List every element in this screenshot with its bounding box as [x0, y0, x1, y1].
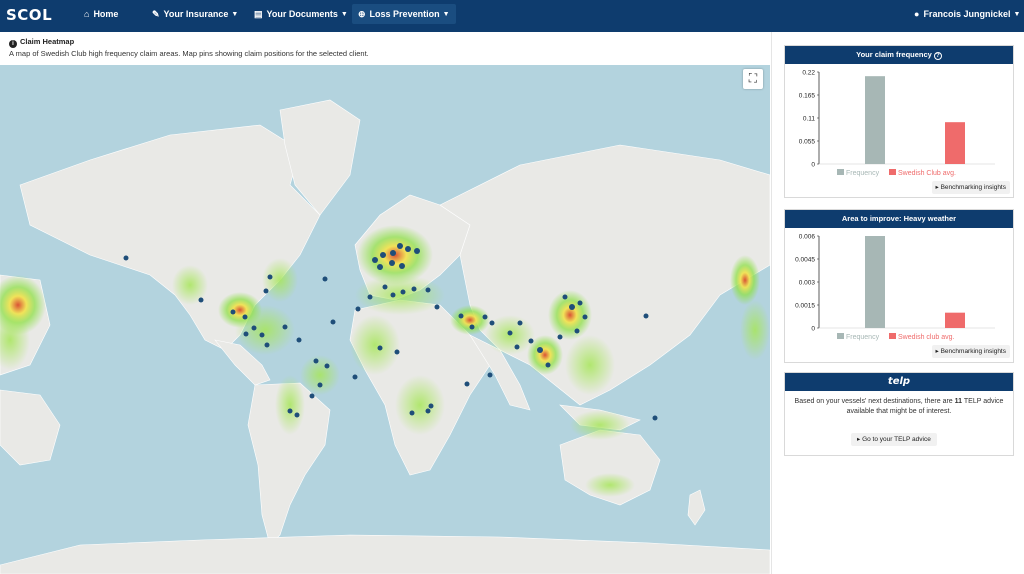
legend-swatch [889, 169, 896, 175]
divider [771, 32, 772, 574]
area-to-improve-panel: Area to improve: Heavy weather 0.006 0.00… [784, 209, 1014, 363]
y-tick-label: 0.003 [799, 280, 816, 287]
y-tick-label: 0.055 [799, 139, 816, 146]
telp-description: Based on your vessels' next destinations… [794, 398, 1004, 415]
telp-advice-button[interactable]: ▸ Go to your TELP advice [851, 433, 937, 446]
chevron-down-icon: ▼ [442, 11, 450, 18]
legend-label: Swedish Club avg. [898, 170, 956, 177]
fullscreen-button[interactable]: ⛶ [743, 69, 763, 89]
chevron-down-icon: ▼ [340, 11, 348, 18]
info-icon: i [9, 40, 17, 48]
nav-your-insurance[interactable]: ✎ Your Insurance ▼ [146, 4, 244, 24]
user-menu[interactable]: ● Francois Jungnickel ▼ [908, 4, 1024, 24]
nav-loss-prevention[interactable]: ⊕ Loss Prevention ▼ [352, 4, 456, 24]
bar-club-average [945, 312, 965, 328]
heatmap-description: A map of Swedish Club high frequency cla… [9, 49, 369, 58]
home-icon: ⌂ [84, 9, 90, 19]
chevron-down-icon: ▼ [1013, 11, 1021, 18]
globe-icon: ⊕ [358, 9, 366, 19]
y-tick-label: 0.0015 [795, 303, 815, 310]
nav-your-documents[interactable]: ▤ Your Documents ▼ [248, 4, 354, 24]
bar-frequency [865, 76, 885, 164]
y-tick-label: 0.22 [802, 70, 815, 77]
telp-logo: telp [785, 373, 1013, 391]
heavy-weather-chart: 0.006 0.0045 0.003 0.0015 0 Frequency Swedish … [795, 234, 995, 341]
legend-swatch [837, 169, 844, 175]
legend-label: Swedish club avg. [898, 334, 954, 341]
brand-logo[interactable]: SCOL [6, 4, 54, 26]
benchmarking-insights-button[interactable]: ▸ Benchmarking insights [931, 345, 1010, 358]
frequency-chart: 0.22 0.165 0.11 0.055 0 Frequency Swedish Club… [799, 70, 995, 177]
fullscreen-icon: ⛶ [748, 71, 758, 85]
legend-label: Frequency [846, 170, 880, 177]
y-tick-label: 0.11 [803, 116, 816, 123]
world-heatmap[interactable] [0, 65, 770, 574]
y-tick-label: 0.0045 [795, 257, 815, 264]
nav-home[interactable]: ⌂ Home [78, 4, 124, 24]
panel-header: Area to improve: Heavy weather [785, 210, 1013, 228]
y-tick-label: 0 [811, 326, 815, 333]
document-edit-icon: ✎ [152, 9, 160, 19]
y-tick-label: 0 [811, 162, 815, 169]
help-icon[interactable]: ? [933, 52, 942, 60]
claim-frequency-panel: Your claim frequency? 0.22 0.165 0.11 0.055… [784, 45, 1014, 198]
legend-swatch [837, 333, 844, 339]
map-canvas [0, 65, 770, 574]
bar-club-average [945, 122, 965, 164]
legend-label: Frequency [846, 334, 880, 341]
legend-swatch [889, 333, 896, 339]
heatmap-title: i Claim Heatmap [9, 37, 74, 48]
y-tick-label: 0.006 [799, 234, 816, 241]
y-tick-label: 0.165 [799, 93, 816, 100]
top-navbar: SCOL ⌂ Home ✎ Your Insurance ▼ ▤ Your Docume… [0, 0, 1024, 32]
panel-header: Your claim frequency? [785, 46, 1013, 64]
benchmarking-insights-button[interactable]: ▸ Benchmarking insights [931, 181, 1010, 194]
bar-frequency [865, 236, 885, 328]
chevron-down-icon: ▼ [231, 11, 239, 18]
file-icon: ▤ [254, 9, 263, 19]
user-icon: ● [914, 9, 920, 19]
telp-panel: telp Based on your vessels' next destina… [784, 372, 1014, 456]
